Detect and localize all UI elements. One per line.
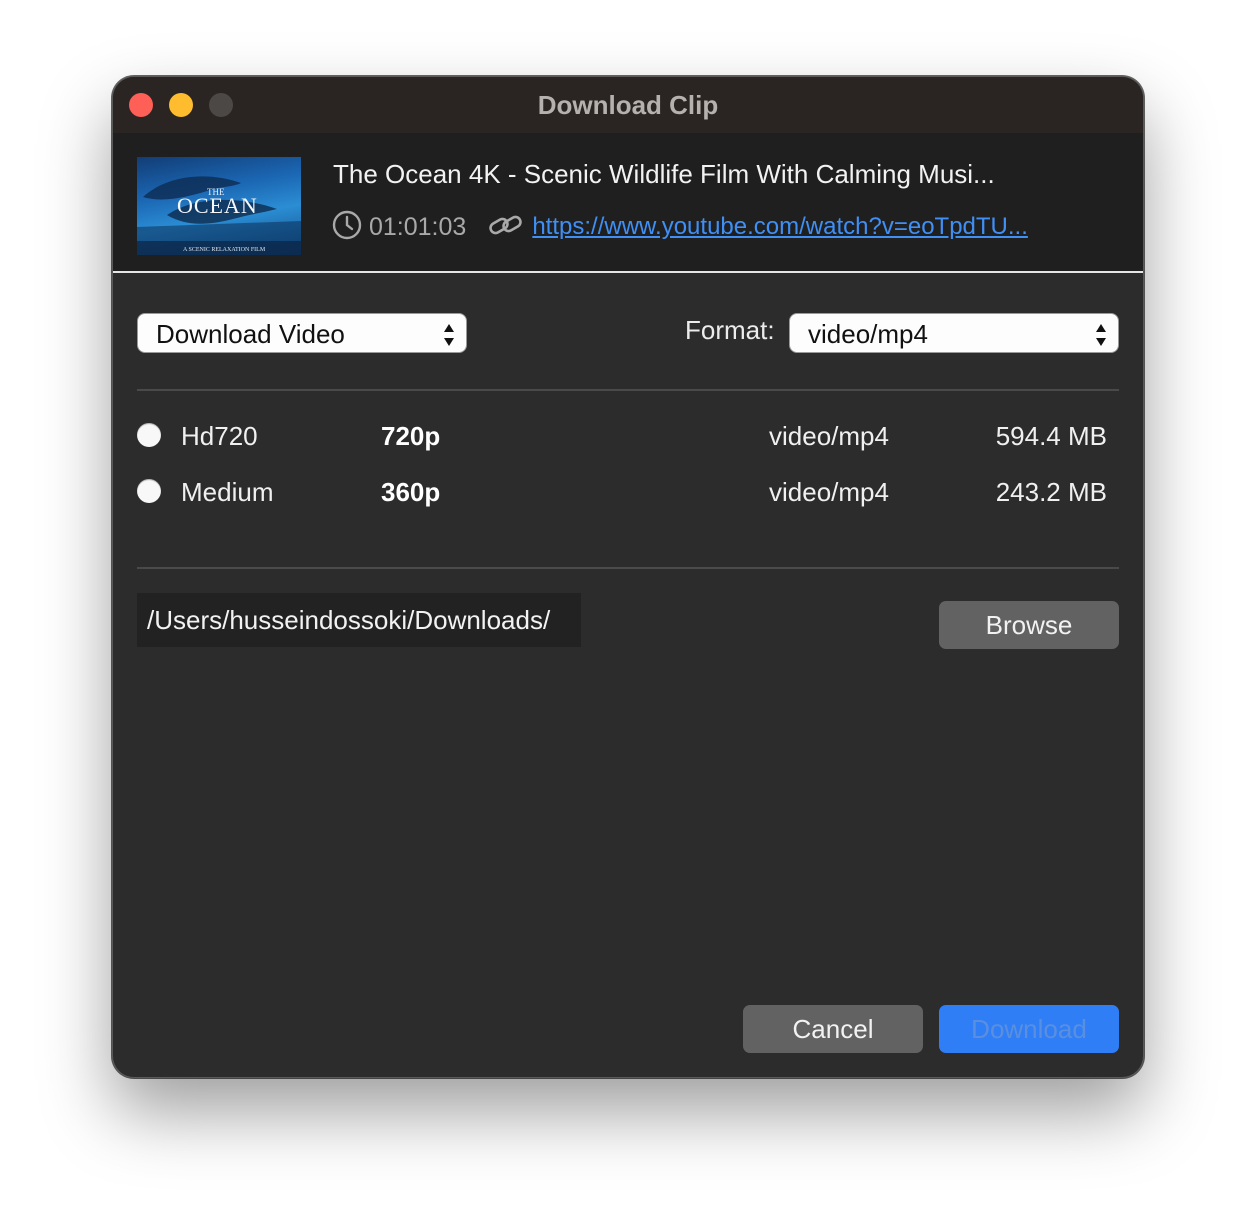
video-thumbnail: THE OCEAN A SCENIC RELAXATION FILM: [137, 157, 301, 255]
clock-icon: [331, 209, 363, 246]
download-clip-window: Download Clip THE OCEAN A SCENIC RELAXAT…: [112, 76, 1144, 1078]
stream-radio-button[interactable]: [137, 479, 161, 503]
video-url-link[interactable]: https://www.youtube.com/watch?v=eoTpdTU.…: [532, 213, 1028, 241]
stream-file-size: 243.2 MB: [995, 477, 1107, 507]
stream-mime-type: video/mp4: [769, 477, 889, 507]
title-bar: Download Clip: [113, 77, 1143, 133]
cancel-button[interactable]: Cancel: [743, 1005, 923, 1053]
stream-mime-type: video/mp4: [769, 421, 889, 451]
format-value: video/mp4: [808, 319, 928, 349]
video-duration: 01:01:03: [369, 212, 467, 241]
stream-row-hd720[interactable]: Hd720 720p video/mp4 594.4 MB: [137, 415, 1119, 455]
download-type-value: Download Video: [156, 319, 345, 349]
stream-resolution: 360p: [381, 477, 441, 507]
stream-name: Medium: [181, 477, 274, 507]
thumbnail-caption: A SCENIC RELAXATION FILM: [183, 247, 266, 253]
video-title: The Ocean 4K - Scenic Wildlife Film With…: [333, 159, 995, 189]
window-title: Download Clip: [537, 90, 719, 120]
format-popup[interactable]: video/mp4: [789, 313, 1119, 353]
video-info-panel: THE OCEAN A SCENIC RELAXATION FILM The O…: [113, 133, 1143, 273]
video-meta-row: 01:01:03 https://www.youtube.com/watch?v…: [331, 209, 1028, 245]
browse-button[interactable]: Browse: [939, 601, 1119, 649]
download-path-field[interactable]: /Users/husseindossoki/Downloads/: [137, 593, 581, 647]
format-label: Format:: [685, 315, 775, 345]
stream-radio-button[interactable]: [137, 423, 161, 447]
divider: [137, 389, 1119, 391]
divider: [137, 567, 1119, 569]
stream-file-size: 594.4 MB: [995, 421, 1107, 451]
chevron-up-down-icon: [1094, 320, 1108, 360]
thumbnail-logo-text: OCEAN: [177, 193, 258, 218]
stream-resolution: 720p: [381, 421, 441, 451]
chevron-up-down-icon: [442, 320, 456, 360]
link-icon: [488, 210, 524, 245]
download-button[interactable]: Download: [939, 1005, 1119, 1053]
stream-name: Hd720: [181, 421, 258, 451]
download-type-popup[interactable]: Download Video: [137, 313, 467, 353]
stream-row-medium[interactable]: Medium 360p video/mp4 243.2 MB: [137, 471, 1119, 511]
